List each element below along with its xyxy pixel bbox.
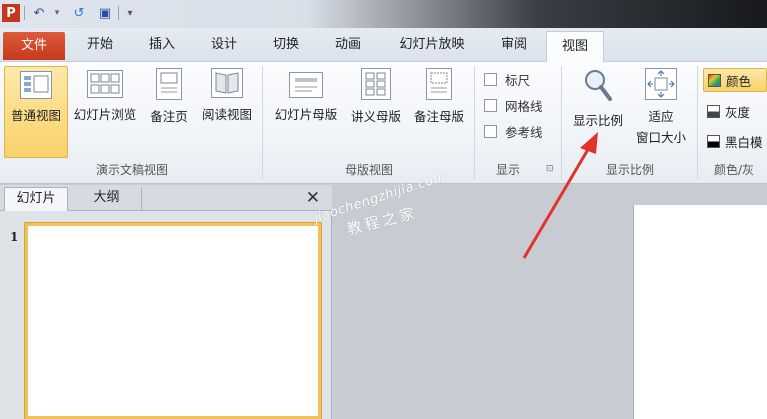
tab-view[interactable]: 视图 xyxy=(546,31,604,63)
color-button[interactable]: 颜色 xyxy=(703,68,767,92)
tab-design[interactable]: 设计 xyxy=(196,28,252,62)
color-label: 颜色 xyxy=(726,73,752,89)
reading-view-button[interactable]: 阅读视图 xyxy=(196,66,258,158)
magnifier-icon xyxy=(583,68,613,102)
black-white-swatch-icon xyxy=(707,135,720,148)
reading-view-icon xyxy=(211,68,243,98)
undo-dropdown-icon[interactable]: ▾ xyxy=(52,4,62,22)
slide-number: 1 xyxy=(10,230,19,244)
grayscale-swatch-icon xyxy=(707,105,720,118)
ruler-label: 标尺 xyxy=(505,73,531,88)
black-white-button[interactable]: 黑白模 xyxy=(707,132,763,151)
title-bar: P ↶ ▾ ↺ ▣ ▾ xyxy=(0,0,767,28)
gridlines-label: 网格线 xyxy=(505,99,543,114)
slide-sorter-label: 幻灯片浏览 xyxy=(73,107,137,122)
color-group-label: 颜色/灰 xyxy=(714,163,755,177)
reading-view-label: 阅读视图 xyxy=(201,107,252,122)
checkbox-box xyxy=(484,125,497,138)
gridlines-checkbox[interactable]: 网格线 xyxy=(484,96,543,115)
redo-icon[interactable]: ↺ xyxy=(70,4,88,22)
grayscale-button[interactable]: 灰度 xyxy=(707,102,750,121)
normal-view-button[interactable]: 普通视图 xyxy=(4,66,68,158)
group-separator xyxy=(697,66,698,180)
slides-panel: 幻灯片 大纲 ✕ 1 xyxy=(0,185,332,419)
tab-transitions[interactable]: 切换 xyxy=(258,28,314,62)
tab-file[interactable]: 文件 xyxy=(3,32,65,60)
close-panel-icon[interactable]: ✕ xyxy=(306,187,320,209)
tab-insert[interactable]: 插入 xyxy=(134,28,190,62)
color-swatch-icon xyxy=(708,73,721,87)
notes-master-label: 备注母版 xyxy=(413,109,464,124)
slide-master-button[interactable]: 幻灯片母版 xyxy=(268,66,344,158)
ruler-checkbox[interactable]: 标尺 xyxy=(484,70,530,89)
normal-view-icon xyxy=(20,71,52,99)
presentation-views-group-label: 演示文稿视图 xyxy=(95,163,168,177)
slide-master-label: 幻灯片母版 xyxy=(274,107,338,122)
zoom-button[interactable]: 显示比例 xyxy=(566,66,630,158)
show-group-label: 显示 xyxy=(495,163,520,177)
grayscale-label: 灰度 xyxy=(725,105,751,120)
checkbox-box xyxy=(484,73,497,86)
notes-master-button[interactable]: 备注母版 xyxy=(408,66,470,158)
slide-thumbnail[interactable] xyxy=(25,223,321,419)
checkbox-box xyxy=(484,99,497,112)
fit-line2-label: 窗口大小 xyxy=(635,130,686,145)
group-separator xyxy=(474,66,475,180)
show-dialog-launcher-icon[interactable]: ⊡ xyxy=(546,164,554,174)
slide-sorter-icon xyxy=(87,70,123,98)
separator xyxy=(118,6,119,20)
slide-sorter-button[interactable]: 幻灯片浏览 xyxy=(70,66,140,158)
customize-toolbar-icon[interactable]: ▾ xyxy=(124,4,136,22)
save-icon[interactable]: ▣ xyxy=(96,4,114,22)
tab-slides[interactable]: 幻灯片 xyxy=(4,187,68,211)
tab-review[interactable]: 审阅 xyxy=(486,28,542,62)
slide-canvas[interactable] xyxy=(633,205,767,419)
tab-animations[interactable]: 动画 xyxy=(320,28,376,62)
notes-page-icon xyxy=(156,68,182,100)
tab-outline[interactable]: 大纲 xyxy=(72,187,142,211)
group-separator xyxy=(561,66,562,180)
panel-tabs: 幻灯片 大纲 ✕ xyxy=(0,185,332,211)
fit-to-window-button[interactable]: 适应 窗口大小 xyxy=(630,66,692,158)
handout-master-label: 讲义母版 xyxy=(350,109,401,124)
guides-label: 参考线 xyxy=(505,125,543,140)
guides-checkbox[interactable]: 参考线 xyxy=(484,122,543,141)
normal-view-label: 普通视图 xyxy=(10,108,61,123)
ribbon-tab-row: 文件 开始 插入 设计 切换 动画 幻灯片放映 审阅 视图 xyxy=(0,28,767,63)
notes-page-button[interactable]: 备注页 xyxy=(142,66,196,158)
handout-master-icon xyxy=(361,68,391,100)
zoom-group-label: 显示比例 xyxy=(605,163,654,177)
handout-master-button[interactable]: 讲义母版 xyxy=(344,66,408,158)
notes-master-icon xyxy=(426,68,452,100)
tab-home[interactable]: 开始 xyxy=(72,28,128,62)
ribbon: 普通视图 幻灯片浏览 备注页 阅读视图 演示文稿视图 幻灯片母版 讲义母版 备注… xyxy=(0,62,767,184)
tab-slideshow[interactable]: 幻灯片放映 xyxy=(384,28,480,62)
separator xyxy=(24,6,25,20)
notes-page-label: 备注页 xyxy=(150,109,188,124)
slide-master-icon xyxy=(289,72,323,98)
black-white-label: 黑白模 xyxy=(725,135,763,150)
group-separator xyxy=(262,66,263,180)
powerpoint-logo-icon[interactable]: P xyxy=(2,4,20,22)
fit-to-window-icon xyxy=(645,68,677,100)
undo-icon[interactable]: ↶ xyxy=(30,4,48,22)
fit-line1-label: 适应 xyxy=(648,109,674,124)
zoom-label: 显示比例 xyxy=(572,113,623,128)
